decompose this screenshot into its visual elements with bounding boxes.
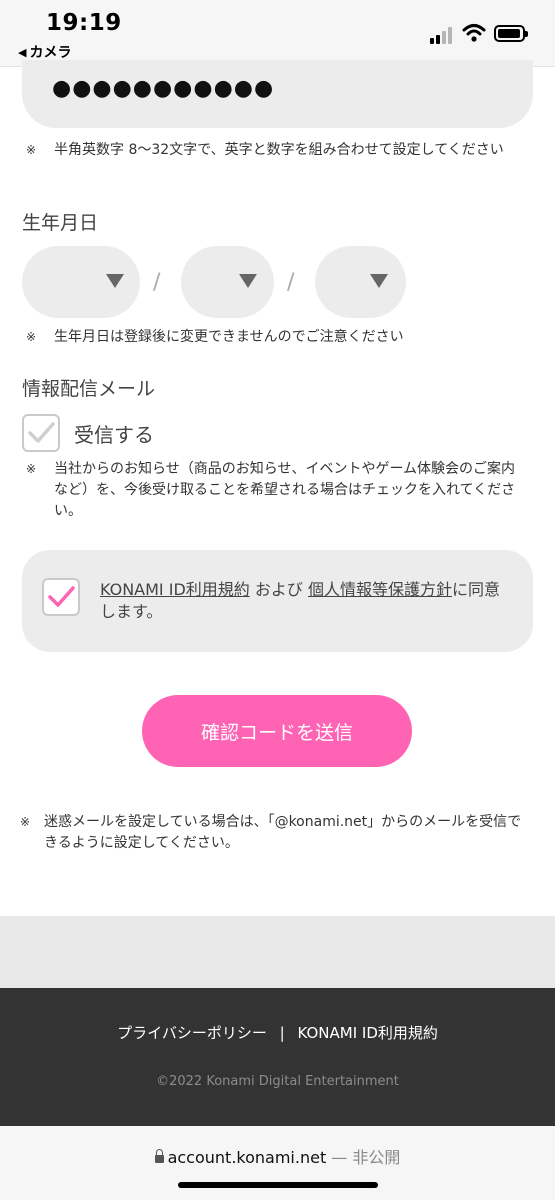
battery-icon [494, 25, 528, 42]
birth-year-select[interactable] [22, 246, 140, 318]
password-note: ※ 半角英数字 8〜32文字で、英字と数字を組み合わせて設定してください [26, 140, 516, 161]
status-time: 19:19 [46, 10, 122, 36]
url-privacy-status: — 非公開 [326, 1148, 401, 1167]
lock-icon [154, 1149, 164, 1163]
dropdown-arrow-icon [239, 274, 257, 288]
privacy-policy-link[interactable]: 個人情報等保護方針 [308, 580, 452, 599]
back-arrow-icon: ◀ [18, 45, 27, 59]
url-text[interactable]: account.konami.net — 非公開 [0, 1144, 555, 1168]
browser-url-bar[interactable]: account.konami.net — 非公開 [0, 1126, 555, 1200]
privacy-policy-footer-link[interactable]: プライバシーポリシー [117, 1024, 267, 1042]
wifi-icon [462, 24, 486, 42]
date-separator: / [153, 270, 161, 295]
newsletter-note: ※ 当社からのお知らせ（商品のお知らせ、イベントやゲーム体験会のご案内など）を、… [26, 461, 516, 519]
home-indicator[interactable] [178, 1182, 378, 1188]
checkmark-icon [28, 422, 55, 443]
agreement-checkbox[interactable] [42, 578, 80, 616]
spam-note: ※ 迷惑メールを設定している場合は、「@konami.net」からのメールを受信… [20, 814, 522, 851]
footer-links: プライバシーポリシー | KONAMI ID利用規約 [0, 1022, 555, 1043]
url-domain: account.konami.net [167, 1148, 327, 1167]
send-code-button[interactable]: 確認コードを送信 [142, 695, 412, 767]
dropdown-arrow-icon [106, 274, 124, 288]
copyright: ©2022 Konami Digital Entertainment [156, 1074, 399, 1089]
cellular-signal-icon [430, 26, 456, 44]
birthdate-note: ※ 生年月日は登録後に変更できませんのでご注意ください [26, 327, 516, 348]
back-to-app-button[interactable]: ◀ カメラ [18, 42, 71, 62]
note-mark: ※ [26, 330, 37, 344]
password-field[interactable]: ●●●●●●●●●●● [22, 60, 533, 128]
password-masked-value: ●●●●●●●●●●● [52, 76, 275, 101]
checkmark-icon [48, 586, 75, 607]
back-app-label: カメラ [29, 45, 72, 61]
note-mark: ※ [26, 462, 37, 476]
footer: プライバシーポリシー | KONAMI ID利用規約 ©2022 Konami … [0, 988, 555, 1126]
newsletter-label: 情報配信メール [22, 378, 156, 400]
agreement-text: KONAMI ID利用規約 および 個人情報等保護方針に同意します。 [100, 580, 500, 621]
birth-month-select[interactable] [181, 246, 274, 318]
terms-footer-link[interactable]: KONAMI ID利用規約 [297, 1024, 437, 1042]
dropdown-arrow-icon [370, 274, 388, 288]
newsletter-checkbox[interactable] [22, 414, 60, 452]
birthdate-label: 生年月日 [22, 212, 99, 234]
date-separator: / [287, 270, 295, 295]
newsletter-checkbox-label[interactable]: 受信する [74, 419, 154, 448]
status-bar: 19:19 ◀ カメラ [0, 0, 555, 67]
note-mark: ※ [26, 143, 37, 157]
birth-day-select[interactable] [315, 246, 406, 318]
agreement-box: KONAMI ID利用規約 および 個人情報等保護方針に同意します。 [22, 550, 533, 652]
terms-link[interactable]: KONAMI ID利用規約 [100, 580, 250, 599]
note-mark: ※ [20, 815, 31, 829]
footer-spacer [0, 916, 555, 990]
footer-separator: | [279, 1024, 285, 1042]
